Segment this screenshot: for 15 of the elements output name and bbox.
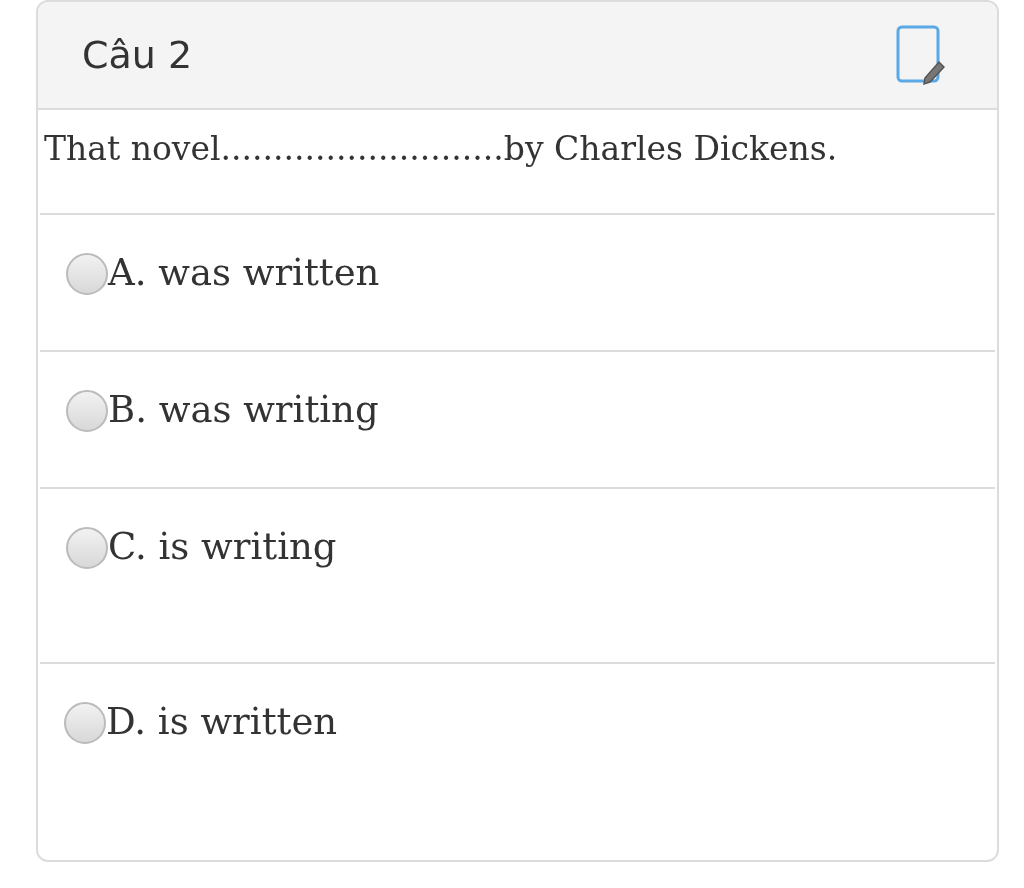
question-text: That novel...........................by Charles Dickens.: [44, 129, 838, 168]
option-label: D. is written: [106, 700, 338, 745]
answer-option[interactable]: A. was written: [40, 215, 995, 352]
radio-button[interactable]: [66, 390, 108, 432]
option-label: B. was writing: [108, 388, 379, 433]
answer-option[interactable]: D. is written: [38, 664, 997, 859]
radio-button[interactable]: [66, 527, 108, 569]
radio-button[interactable]: [64, 702, 106, 744]
option-label: A. was written: [108, 251, 380, 296]
question-title: Câu 2: [82, 31, 193, 79]
option-label: C. is writing: [108, 525, 337, 570]
answer-option[interactable]: B. was writing: [40, 352, 995, 489]
answer-option[interactable]: C. is writing: [40, 489, 995, 664]
radio-button[interactable]: [66, 253, 108, 295]
note-pencil-icon[interactable]: [895, 24, 945, 86]
